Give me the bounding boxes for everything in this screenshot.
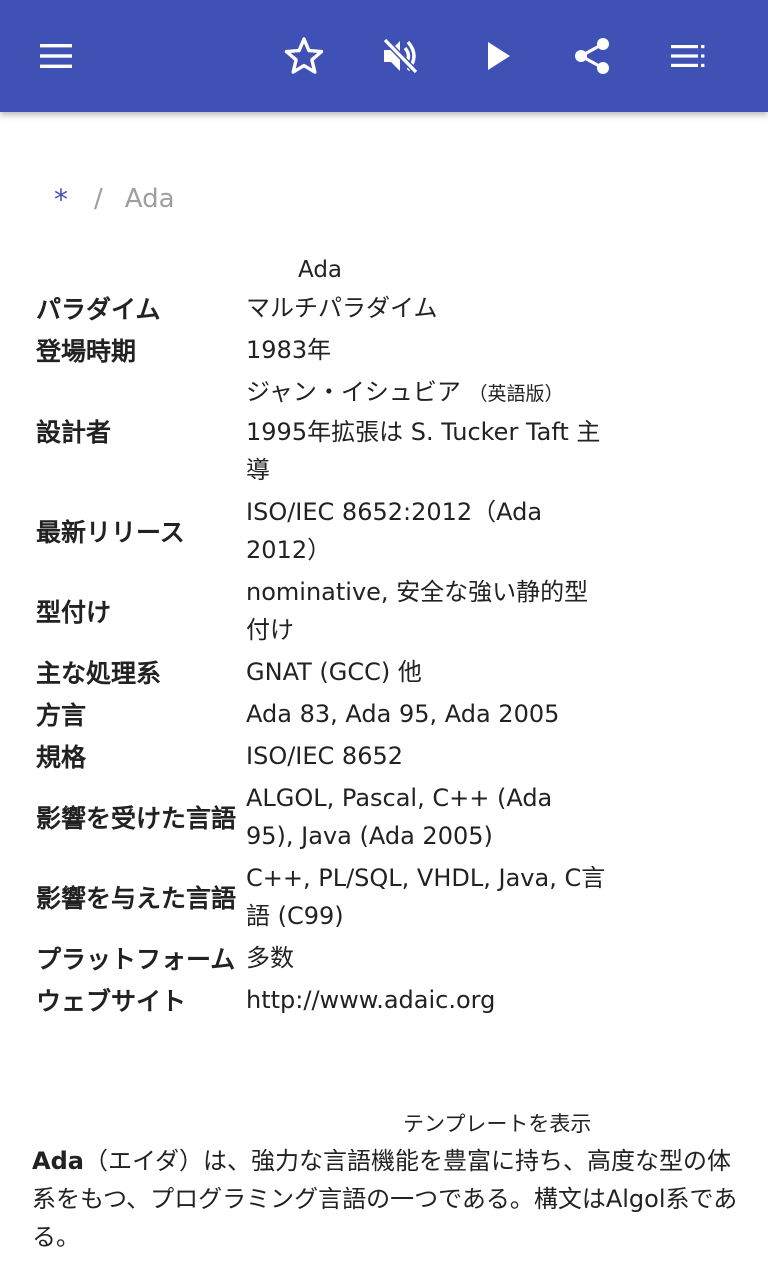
breadcrumb-separator: / [94,184,103,214]
intro-paragraph: Ada（エイダ）は、強力な言語機能を豊富に持ち、高度な型の体系をもつ、プログラミ… [32,1142,744,1256]
favorite-button[interactable] [272,24,336,88]
infobox-row: 主な処理系 GNAT (GCC) 他 [30,651,610,693]
designer-link[interactable]: ジャン・イシュビア [246,378,461,406]
infobox-value: nominative, 安全な強い静的型付け [246,578,589,644]
infobox-label: 登場時期 [36,337,137,366]
infobox: Ada パラダイム マルチパラダイム 登場時期 1983年 設計者 ジャン・イシ… [30,255,610,1021]
infobox-label: 主な処理系 [36,659,162,688]
infobox-value: ISO/IEC 8652 [246,742,404,770]
infobox-row: 影響を受けた言語 ALGOL, Pascal, C++ (Ada 95), Ja… [30,777,610,857]
infobox-label: プラットフォーム [36,945,236,974]
infobox-label: 設計者 [36,418,112,447]
infobox-label: 最新リリース [36,518,185,547]
share-icon [575,38,609,74]
breadcrumb-home-link[interactable]: * [54,183,68,216]
infobox-row: 登場時期 1983年 [30,329,610,371]
volume-off-icon [382,37,419,75]
infobox-label: 影響を受けた言語 [36,804,237,833]
infobox-row: 規格 ISO/IEC 8652 [30,735,610,777]
app-toolbar [0,0,768,112]
website-link[interactable]: http://www.adaic.org [242,979,610,1021]
infobox-value: ISO/IEC 8652:2012（Ada 2012） [246,498,543,564]
intro-term: Ada [32,1147,84,1175]
infobox-row: プラットフォーム 多数 [30,937,610,979]
breadcrumb: * / Ada [54,182,175,216]
toc-icon [671,45,705,67]
infobox-label: 影響を与えた言語 [36,884,237,913]
infobox-value: 多数 [246,944,295,972]
infobox-row: 方言 Ada 83, Ada 95, Ada 2005 [30,693,610,735]
infobox-label: 規格 [36,743,87,772]
infobox-value: C++, PL/SQL, VHDL, Java, C言語 (C99) [246,864,606,930]
play-button[interactable] [466,24,530,88]
breadcrumb-current: Ada [124,184,175,214]
infobox-value: マルチパラダイム [246,294,438,322]
show-template-link[interactable]: テンプレートを表示 [403,1108,591,1138]
infobox-row: パラダイム マルチパラダイム [30,287,610,329]
intro-text: （エイダ）は、強力な言語機能を豊富に持ち、高度な型の体系をもつ、プログラミング言… [32,1147,738,1251]
play-icon [488,42,510,70]
infobox-value: Ada 83, Ada 95, Ada 2005 [246,700,560,728]
infobox-label: ウェブサイト [36,987,187,1016]
infobox-row: 型付け nominative, 安全な強い静的型付け [30,571,610,651]
infobox-row: ウェブサイト http://www.adaic.org [30,979,610,1021]
infobox-value: ジャン・イシュビア （英語版） 1995年拡張は S. Tucker Taft … [242,371,610,491]
infobox-label: 型付け [36,598,112,627]
infobox-label: パラダイム [36,295,161,324]
star-outline-icon [284,37,324,74]
share-button[interactable] [560,24,624,88]
infobox-value: GNAT (GCC) 他 [246,658,422,686]
menu-icon [40,44,72,68]
sound-toggle-button[interactable] [368,24,432,88]
infobox-row: 影響を与えた言語 C++, PL/SQL, VHDL, Java, C言語 (C… [30,857,610,937]
infobox-value: ALGOL, Pascal, C++ (Ada 95), Java (Ada 2… [246,784,553,850]
toc-button[interactable] [656,24,720,88]
infobox-value: 1983年 [246,336,332,364]
menu-button[interactable] [24,24,88,88]
infobox-row: 設計者 ジャン・イシュビア （英語版） 1995年拡張は S. Tucker T… [30,371,610,491]
english-version-link[interactable]: （英語版） [468,383,563,405]
designer-note: 1995年拡張は S. Tucker Taft 主導 [246,418,601,484]
infobox-row: 最新リリース ISO/IEC 8652:2012（Ada 2012） [30,491,610,571]
infobox-caption: Ada [297,257,343,283]
infobox-label: 方言 [36,701,87,730]
